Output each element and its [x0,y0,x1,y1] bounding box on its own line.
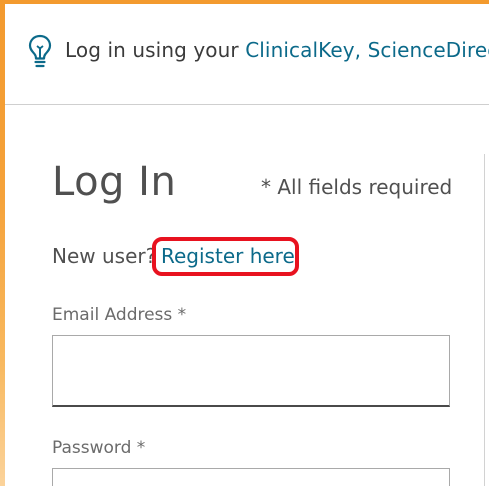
email-field[interactable] [52,335,450,407]
lightbulb-icon [28,34,52,68]
password-label: Password * [52,438,146,458]
panel-divider [484,154,485,486]
login-panel: Log in using your ClinicalKey, ScienceDi… [5,4,489,486]
login-page: Log in using your ClinicalKey, ScienceDi… [0,0,489,486]
info-banner: Log in using your ClinicalKey, ScienceDi… [5,4,489,105]
register-link[interactable]: Register here [161,244,295,268]
banner-text: Log in using your ClinicalKey, ScienceDi… [65,38,489,62]
new-user-label: New user? [52,244,157,268]
password-field[interactable] [52,468,450,486]
required-fields-note: * All fields required [261,175,453,199]
banner-products-link[interactable]: ClinicalKey, ScienceDirect [245,38,489,62]
page-title: Log In [52,159,177,205]
email-label: Email Address * [52,305,187,325]
banner-prefix: Log in using your [65,38,246,62]
